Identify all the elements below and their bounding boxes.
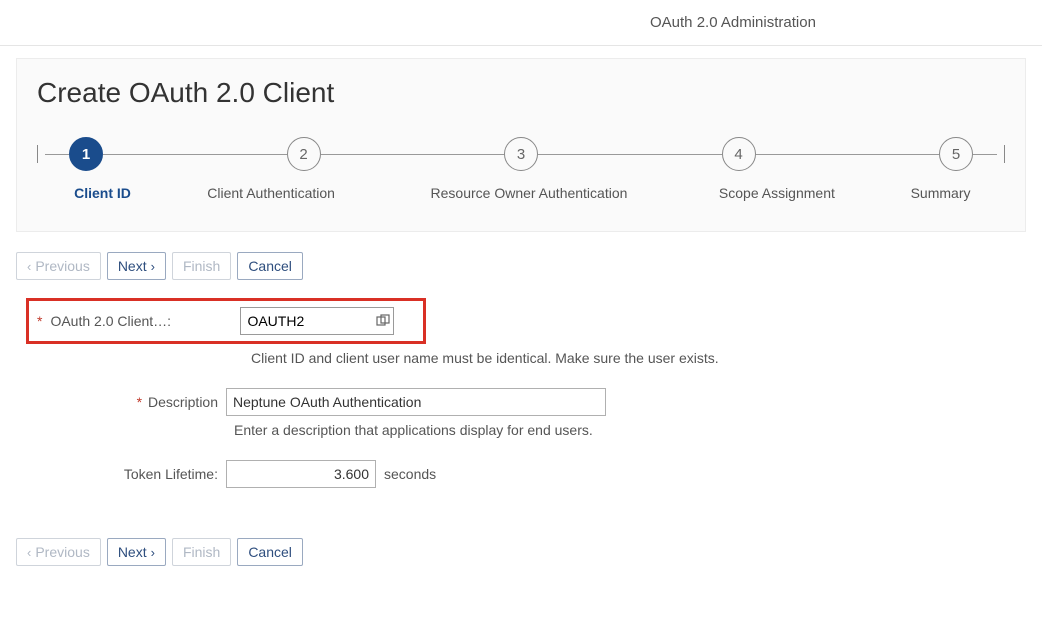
required-marker: * <box>37 313 42 329</box>
finish-button-label: Finish <box>183 258 220 274</box>
wizard-step-5-number: 5 <box>939 137 973 171</box>
chevron-left-icon: ‹ <box>27 259 31 274</box>
wizard-step-2-number: 2 <box>287 137 321 171</box>
cancel-button-bottom[interactable]: Cancel <box>237 538 303 566</box>
button-bar-top: ‹ Previous Next › Finish Cancel <box>16 252 1026 280</box>
token-lifetime-input[interactable] <box>226 460 376 488</box>
previous-button-bottom[interactable]: ‹ Previous <box>16 538 101 566</box>
client-id-input-group <box>240 307 394 335</box>
cancel-button[interactable]: Cancel <box>237 252 303 280</box>
wizard-label-4: Scope Assignment <box>678 185 876 201</box>
page-title: Create OAuth 2.0 Client <box>37 77 1005 109</box>
chevron-left-icon: ‹ <box>27 545 31 560</box>
wizard-label-1: Client ID <box>43 185 162 201</box>
finish-button[interactable]: Finish <box>172 252 231 280</box>
wizard-step-4-number: 4 <box>722 137 756 171</box>
description-input[interactable] <box>226 388 606 416</box>
finish-button-bottom[interactable]: Finish <box>172 538 231 566</box>
chevron-right-icon: › <box>151 259 155 274</box>
next-button-label-bottom: Next <box>118 544 147 560</box>
token-lifetime-label: Token Lifetime: <box>124 466 218 482</box>
wizard-step-3-number: 3 <box>504 137 538 171</box>
wizard-label-3: Resource Owner Authentication <box>380 185 678 201</box>
token-lifetime-unit: seconds <box>384 466 436 482</box>
wizard-step-1[interactable]: 1 <box>69 137 103 171</box>
wizard-label-2: Client Authentication <box>162 185 380 201</box>
client-id-hint: Client ID and client user name must be i… <box>251 350 1022 366</box>
previous-button-label-bottom: Previous <box>35 544 89 560</box>
button-bar-bottom: ‹ Previous Next › Finish Cancel <box>16 538 1026 566</box>
client-id-input[interactable] <box>241 308 371 334</box>
next-button-bottom[interactable]: Next › <box>107 538 166 566</box>
previous-button-label: Previous <box>35 258 89 274</box>
wizard-step-1-number: 1 <box>69 137 103 171</box>
description-hint: Enter a description that applications di… <box>234 422 1022 438</box>
wizard-panel: Create OAuth 2.0 Client 1 2 3 4 5 <box>16 58 1026 232</box>
form-area: * OAuth 2.0 Client…: Client ID and clien… <box>16 298 1026 488</box>
next-button[interactable]: Next › <box>107 252 166 280</box>
wizard-step-5[interactable]: 5 <box>939 137 973 171</box>
wizard-labels: Client ID Client Authentication Resource… <box>37 185 1005 201</box>
cancel-button-label: Cancel <box>248 258 292 274</box>
wizard-step-2[interactable]: 2 <box>287 137 321 171</box>
breadcrumb: OAuth 2.0 Administration <box>0 0 1042 46</box>
wizard-start-cap <box>37 145 45 163</box>
wizard-end-cap <box>997 145 1005 163</box>
cancel-button-label-bottom: Cancel <box>248 544 292 560</box>
wizard-step-4[interactable]: 4 <box>722 137 756 171</box>
value-help-icon[interactable] <box>371 310 393 332</box>
previous-button[interactable]: ‹ Previous <box>16 252 101 280</box>
finish-button-label-bottom: Finish <box>183 544 220 560</box>
description-label: Description <box>148 394 218 410</box>
client-id-label: OAuth 2.0 Client…: <box>50 313 208 329</box>
wizard-step-3[interactable]: 3 <box>504 137 538 171</box>
wizard-steps: 1 2 3 4 5 <box>37 137 1005 171</box>
breadcrumb-title: OAuth 2.0 Administration <box>0 14 1042 31</box>
client-id-highlight: * OAuth 2.0 Client…: <box>26 298 426 344</box>
wizard-label-5: Summary <box>876 185 1005 201</box>
chevron-right-icon: › <box>151 545 155 560</box>
next-button-label: Next <box>118 258 147 274</box>
required-marker: * <box>137 394 142 410</box>
